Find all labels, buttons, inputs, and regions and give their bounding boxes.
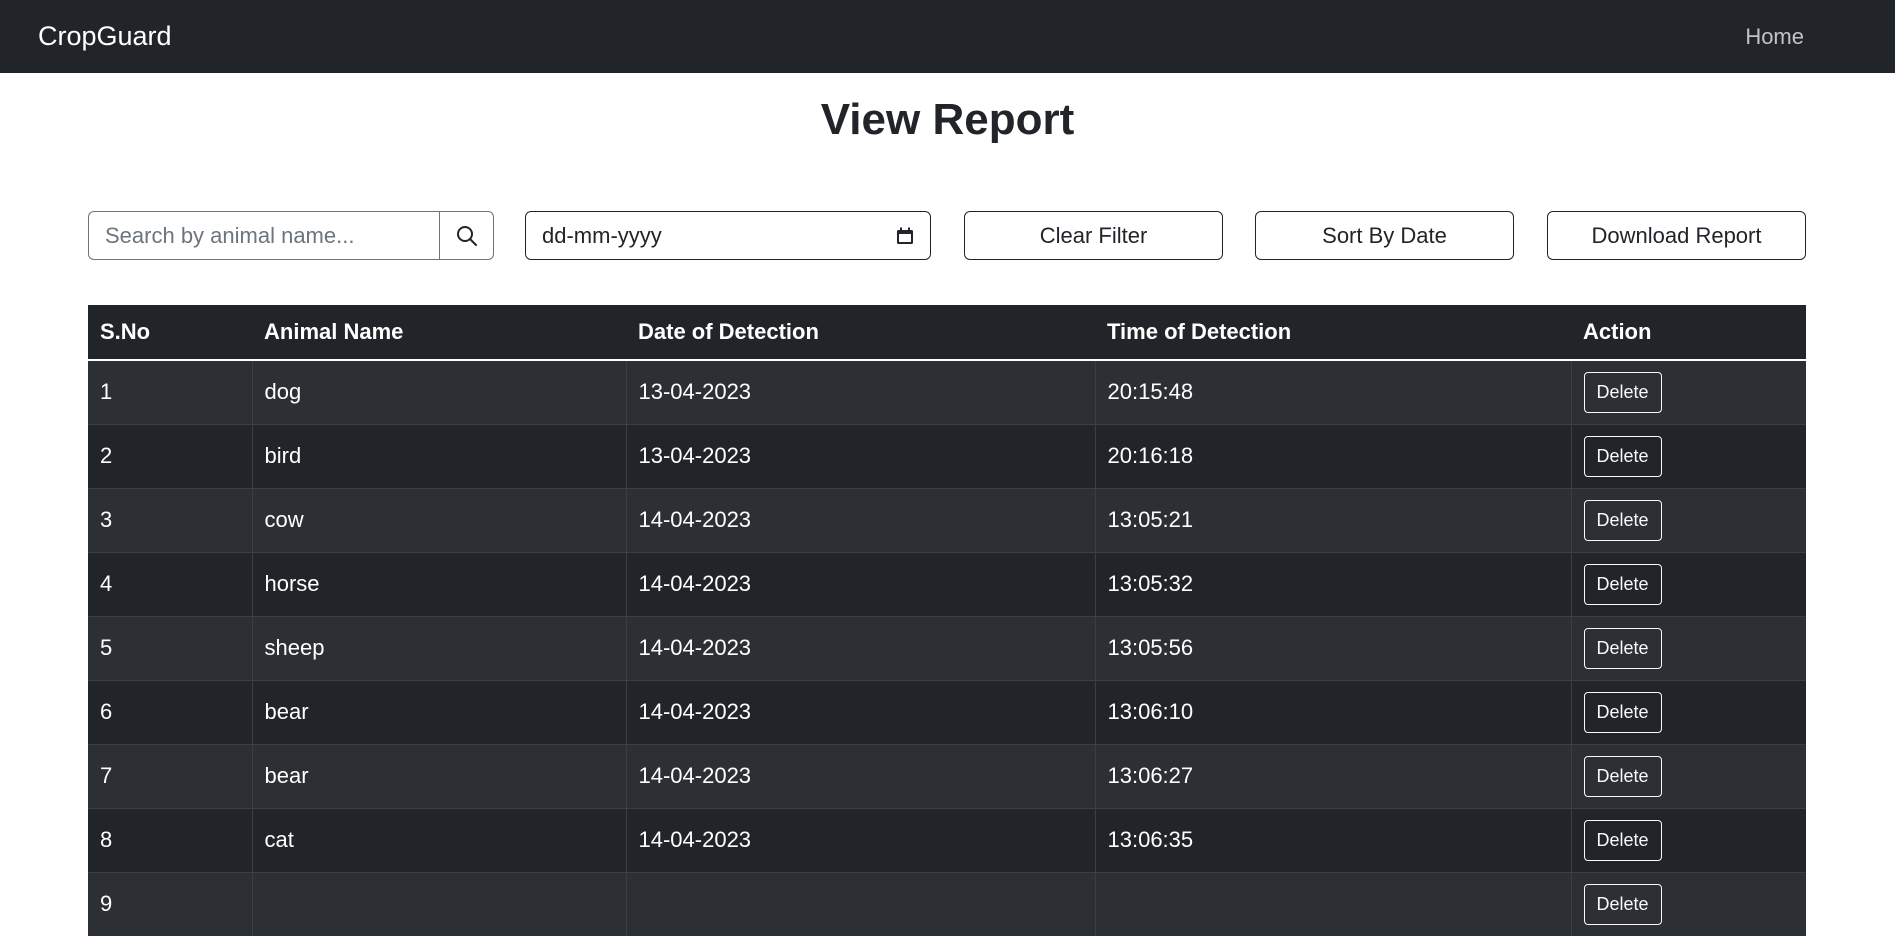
delete-button[interactable]: Delete [1583, 691, 1662, 733]
cell-animal: sheep [252, 615, 627, 680]
cell-sno: 7 [88, 743, 253, 808]
delete-button[interactable]: Delete [1583, 371, 1662, 413]
table-row: 9 Delete [88, 871, 1806, 936]
cell-date [626, 871, 1096, 936]
cell-time: 13:06:10 [1095, 679, 1572, 744]
cell-action: Delete [1571, 487, 1806, 552]
header-date: Date of Detection [626, 305, 1095, 361]
cell-time: 13:05:21 [1095, 487, 1572, 552]
cell-date: 14-04-2023 [626, 743, 1096, 808]
navbar: CropGuard Home [0, 0, 1895, 73]
table-row: 8 cat 14-04-2023 13:06:35 Delete [88, 807, 1806, 872]
cell-sno: 2 [88, 423, 253, 488]
table-row: 6 bear 14-04-2023 13:06:10 Delete [88, 679, 1806, 744]
cell-date: 14-04-2023 [626, 487, 1096, 552]
cell-action: Delete [1571, 871, 1806, 936]
cell-date: 13-04-2023 [626, 359, 1096, 424]
cell-time: 13:05:56 [1095, 615, 1572, 680]
clear-filter-button[interactable]: Clear Filter [964, 211, 1223, 260]
page-title: View Report [820, 95, 1075, 144]
delete-button[interactable]: Delete [1583, 499, 1662, 541]
cell-animal: bird [252, 423, 627, 488]
header-action: Action [1571, 305, 1806, 361]
table-row: 3 cow 14-04-2023 13:05:21 Delete [88, 487, 1806, 552]
table-row: 5 sheep 14-04-2023 13:05:56 Delete [88, 615, 1806, 680]
cell-sno: 1 [88, 359, 253, 424]
header-animal-name: Animal Name [252, 305, 626, 361]
delete-button[interactable]: Delete [1583, 435, 1662, 477]
cell-sno: 3 [88, 487, 253, 552]
brand-logo-text[interactable]: CropGuard [38, 0, 172, 73]
report-table-container: S.No Animal Name Date of Detection Time … [88, 305, 1806, 936]
delete-button[interactable]: Delete [1583, 627, 1662, 669]
calendar-icon[interactable] [896, 227, 914, 245]
cell-sno: 5 [88, 615, 253, 680]
cell-time: 13:05:32 [1095, 551, 1572, 616]
cell-date: 14-04-2023 [626, 615, 1096, 680]
cell-sno: 6 [88, 679, 253, 744]
search-icon [456, 225, 477, 246]
cell-time [1095, 871, 1572, 936]
nav-home-link[interactable]: Home [1745, 0, 1804, 73]
download-report-button[interactable]: Download Report [1547, 211, 1806, 260]
cell-animal [252, 871, 627, 936]
table-header-row: S.No Animal Name Date of Detection Time … [88, 305, 1806, 361]
cell-animal: horse [252, 551, 627, 616]
search-group [88, 211, 494, 260]
cell-action: Delete [1571, 679, 1806, 744]
sort-by-date-button[interactable]: Sort By Date [1255, 211, 1514, 260]
cell-animal: bear [252, 679, 627, 744]
cell-time: 13:06:35 [1095, 807, 1572, 872]
report-table: S.No Animal Name Date of Detection Time … [88, 305, 1806, 936]
cell-animal: cat [252, 807, 627, 872]
cell-action: Delete [1571, 615, 1806, 680]
delete-button[interactable]: Delete [1583, 755, 1662, 797]
cell-sno: 9 [88, 871, 253, 936]
delete-button[interactable]: Delete [1583, 819, 1662, 861]
delete-button[interactable]: Delete [1583, 563, 1662, 605]
table-row: 2 bird 13-04-2023 20:16:18 Delete [88, 423, 1806, 488]
cell-sno: 8 [88, 807, 253, 872]
cell-sno: 4 [88, 551, 253, 616]
cell-date: 14-04-2023 [626, 679, 1096, 744]
header-time: Time of Detection [1095, 305, 1571, 361]
delete-button[interactable]: Delete [1583, 883, 1662, 925]
cell-action: Delete [1571, 423, 1806, 488]
cell-date: 14-04-2023 [626, 551, 1096, 616]
date-filter-input[interactable]: dd-mm-yyyy [525, 211, 931, 260]
cell-animal: cow [252, 487, 627, 552]
cell-action: Delete [1571, 359, 1806, 424]
cell-animal: bear [252, 743, 627, 808]
cell-action: Delete [1571, 743, 1806, 808]
table-row: 4 horse 14-04-2023 13:05:32 Delete [88, 551, 1806, 616]
cell-animal: dog [252, 359, 627, 424]
cell-action: Delete [1571, 551, 1806, 616]
cell-time: 20:16:18 [1095, 423, 1572, 488]
cell-action: Delete [1571, 807, 1806, 872]
search-button[interactable] [439, 211, 494, 260]
header-sno: S.No [88, 305, 252, 361]
cell-time: 20:15:48 [1095, 359, 1572, 424]
date-placeholder: dd-mm-yyyy [542, 222, 662, 248]
table-row: 7 bear 14-04-2023 13:06:27 Delete [88, 743, 1806, 808]
cell-date: 13-04-2023 [626, 423, 1096, 488]
search-input[interactable] [88, 211, 439, 260]
cell-time: 13:06:27 [1095, 743, 1572, 808]
cell-date: 14-04-2023 [626, 807, 1096, 872]
table-row: 1 dog 13-04-2023 20:15:48 Delete [88, 359, 1806, 424]
